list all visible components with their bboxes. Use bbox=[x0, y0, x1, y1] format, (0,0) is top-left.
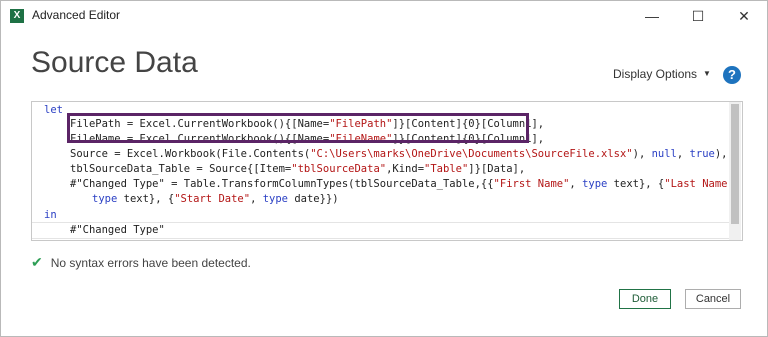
code-line-result: #"Changed Type" bbox=[32, 222, 729, 239]
advanced-editor-window: X Advanced Editor — ☐ ✕ Source Data Disp… bbox=[0, 0, 768, 337]
code-line-table: tblSourceData_Table = Source{[Item="tblS… bbox=[70, 163, 526, 175]
maximize-button[interactable]: ☐ bbox=[675, 1, 721, 31]
highlight-box bbox=[67, 113, 529, 143]
code-line-changed-type: #"Changed Type" = Table.TransformColumnT… bbox=[70, 178, 740, 190]
code-line-source: Source = Excel.Workbook(File.Contents("C… bbox=[70, 148, 728, 160]
display-options-label: Display Options bbox=[613, 67, 698, 81]
close-button[interactable]: ✕ bbox=[721, 1, 767, 31]
syntax-status: ✔ No syntax errors have been detected. bbox=[31, 254, 251, 271]
excel-icon: X bbox=[10, 9, 24, 23]
display-options-dropdown[interactable]: Display Options ▼ bbox=[613, 67, 711, 81]
cancel-button[interactable]: Cancel bbox=[685, 289, 741, 309]
code-line-changed-type-cont: type text}, {"Start Date", type date}}) bbox=[92, 193, 339, 205]
help-icon[interactable]: ? bbox=[723, 66, 741, 84]
title-bar: X Advanced Editor — ☐ ✕ bbox=[1, 1, 767, 31]
minimize-button[interactable]: — bbox=[629, 1, 675, 31]
scrollbar-thumb[interactable] bbox=[731, 104, 739, 224]
caret-down-icon: ▼ bbox=[703, 69, 711, 78]
done-button[interactable]: Done bbox=[619, 289, 671, 309]
page-title: Source Data bbox=[31, 46, 198, 79]
syntax-status-text: No syntax errors have been detected. bbox=[50, 256, 251, 270]
checkmark-icon: ✔ bbox=[31, 254, 43, 270]
window-title: Advanced Editor bbox=[32, 8, 121, 22]
code-line-in: in bbox=[44, 209, 57, 221]
